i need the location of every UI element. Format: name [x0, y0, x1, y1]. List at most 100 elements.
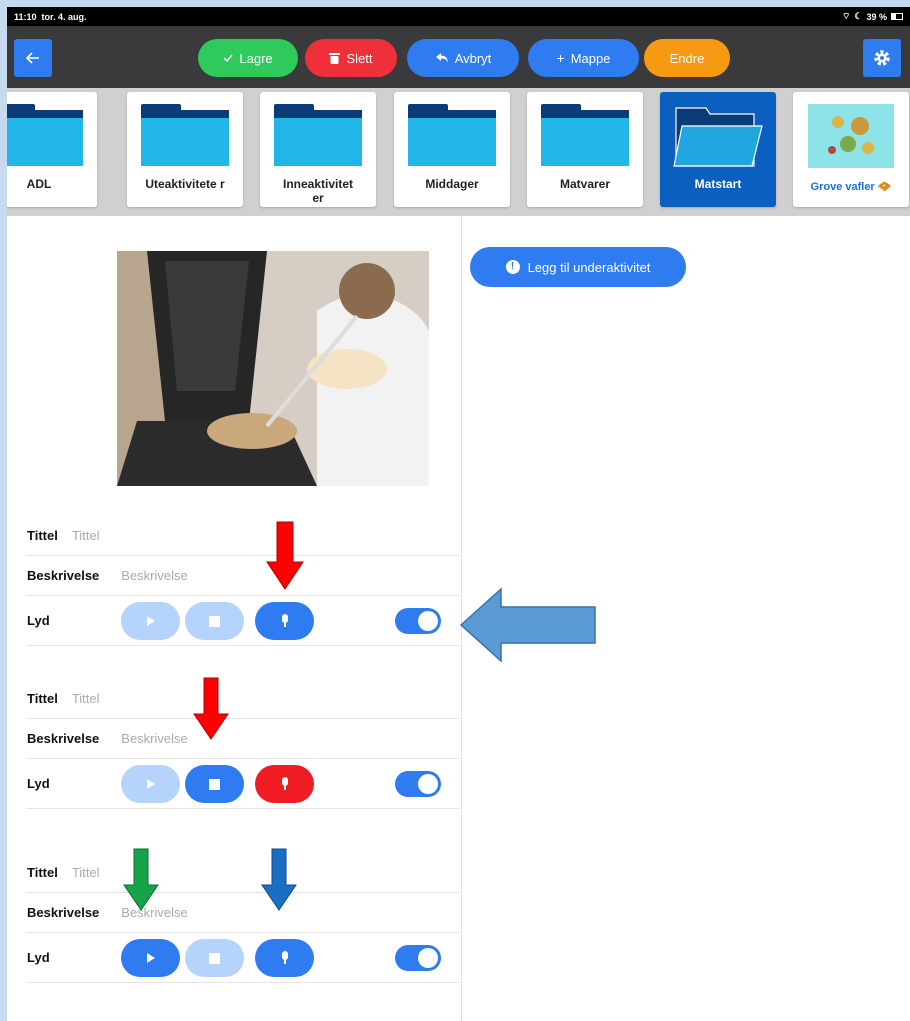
add-subactivity-button[interactable]: ! Legg til underaktivitet	[470, 247, 686, 287]
activity-photo[interactable]	[117, 251, 429, 486]
folder-card-matstart-selected[interactable]: Matstart	[660, 92, 776, 207]
blue-arrow-left-icon	[459, 587, 596, 663]
delete-label: Slett	[346, 50, 373, 66]
sound-toggle[interactable]	[395, 771, 441, 797]
red-arrow-down-icon	[193, 677, 229, 740]
title-row[interactable]: Tittel Tittel	[27, 853, 459, 893]
title-label: Tittel	[27, 691, 58, 706]
sound-toggle[interactable]	[395, 608, 441, 634]
play-button[interactable]	[121, 765, 180, 803]
folder-icon	[408, 104, 496, 166]
cancel-button[interactable]: Avbryt	[407, 39, 519, 77]
description-row[interactable]: Beskrivelse Beskrivelse	[27, 719, 459, 759]
edit-button[interactable]: Endre	[644, 39, 730, 77]
green-arrow-down-icon	[123, 848, 159, 911]
wifi-icon: ⌔	[841, 11, 851, 21]
plus-icon: +	[556, 50, 565, 66]
undo-icon	[435, 53, 448, 63]
microphone-icon	[281, 777, 288, 790]
folder-label: Matvarer	[559, 177, 611, 191]
gear-icon	[874, 50, 890, 66]
folder-icon	[274, 104, 362, 166]
play-button[interactable]	[121, 602, 180, 640]
delete-button[interactable]: Slett	[305, 39, 397, 77]
folder-card-middager[interactable]: Middager	[394, 92, 510, 207]
cancel-label: Avbryt	[454, 50, 492, 66]
description-label: Beskrivelse	[27, 731, 100, 746]
title-label: Tittel	[27, 528, 58, 543]
toolbar: Lagre Slett Avbryt + Mappe Endre	[7, 26, 910, 88]
app-screen: 11:10 tor. 4. aug. ⌔ ☾ 39 % Lagre Slett …	[7, 7, 910, 1021]
waffle-thumbnail	[808, 104, 894, 168]
status-date: tor. 4. aug.	[41, 11, 87, 22]
description-row[interactable]: Beskrivelse Beskrivelse	[27, 556, 459, 596]
play-icon	[146, 953, 155, 963]
red-arrow-down-icon	[266, 521, 304, 590]
new-folder-label: Mappe	[570, 50, 611, 66]
folder-card-matvarer[interactable]: Matvarer	[527, 92, 643, 207]
folder-icon	[541, 104, 629, 166]
folder-label: Uteaktivitete r	[145, 177, 225, 191]
folder-card-inneaktiviteter[interactable]: Inneaktivitet er	[260, 92, 376, 207]
folder-strip: ADL Uteaktivitete r Inneaktivitet er Mid…	[7, 88, 910, 216]
description-input[interactable]: Beskrivelse	[121, 731, 187, 746]
save-label: Lagre	[239, 50, 273, 66]
title-label: Tittel	[27, 865, 58, 880]
play-icon	[146, 616, 155, 626]
new-folder-button[interactable]: + Mappe	[528, 39, 639, 77]
battery-percent: 39 %	[866, 11, 887, 22]
stop-icon	[209, 615, 220, 627]
folder-icon	[7, 104, 83, 166]
folder-label: Inneaktivitet er	[282, 177, 354, 205]
folder-label: ADL	[26, 177, 52, 191]
description-input[interactable]: Beskrivelse	[121, 568, 187, 583]
title-input[interactable]: Tittel	[72, 528, 100, 543]
battery-icon	[891, 13, 903, 20]
save-button[interactable]: Lagre	[198, 39, 298, 77]
status-bar: 11:10 tor. 4. aug. ⌔ ☾ 39 %	[7, 7, 910, 26]
back-button[interactable]	[14, 39, 52, 77]
sound-toggle[interactable]	[395, 945, 441, 971]
title-row[interactable]: Tittel Tittel	[27, 679, 459, 719]
folder-card-uteaktiviteter[interactable]: Uteaktivitete r	[127, 92, 243, 207]
play-icon	[146, 779, 155, 789]
trash-icon	[329, 53, 341, 64]
folder-card-adl[interactable]: ADL	[7, 92, 97, 207]
title-input[interactable]: Tittel	[72, 865, 100, 880]
microphone-icon	[281, 614, 288, 627]
stop-button[interactable]	[185, 765, 244, 803]
add-subactivity-label: Legg til underaktivitet	[527, 259, 651, 275]
emoji-icon: 🧇	[877, 181, 892, 193]
arrow-left-icon	[25, 52, 39, 64]
description-label: Beskrivelse	[27, 905, 100, 920]
description-row[interactable]: Beskrivelse Beskrivelse	[27, 893, 459, 933]
folder-label: Middager	[425, 177, 479, 191]
open-folder-icon	[673, 107, 763, 167]
sound-label: Lyd	[27, 776, 50, 791]
stop-button[interactable]	[185, 602, 244, 640]
stop-icon	[209, 952, 220, 964]
record-button[interactable]	[255, 939, 314, 977]
microphone-icon	[281, 951, 288, 964]
sound-label: Lyd	[27, 950, 50, 965]
edit-label: Endre	[669, 50, 705, 66]
stop-icon	[209, 778, 220, 790]
folder-icon	[141, 104, 229, 166]
blue-arrow-down-icon	[261, 848, 297, 911]
title-input[interactable]: Tittel	[72, 691, 100, 706]
status-time: 11:10	[14, 11, 37, 22]
activity-card-grove-vafler[interactable]: Grove vafler 🧇	[793, 92, 909, 207]
record-button-recording[interactable]	[255, 765, 314, 803]
play-button[interactable]	[121, 939, 180, 977]
stop-button[interactable]	[185, 939, 244, 977]
checkmark-icon	[223, 54, 233, 63]
record-button[interactable]	[255, 602, 314, 640]
title-row[interactable]: Tittel Tittel	[27, 516, 459, 556]
sound-label: Lyd	[27, 613, 50, 628]
description-label: Beskrivelse	[27, 568, 100, 583]
info-icon: !	[505, 260, 520, 274]
activity-label: Grove vafler	[810, 181, 875, 193]
folder-label: Matstart	[694, 177, 742, 191]
moon-icon: ☾	[854, 11, 863, 21]
settings-button[interactable]	[863, 39, 901, 77]
